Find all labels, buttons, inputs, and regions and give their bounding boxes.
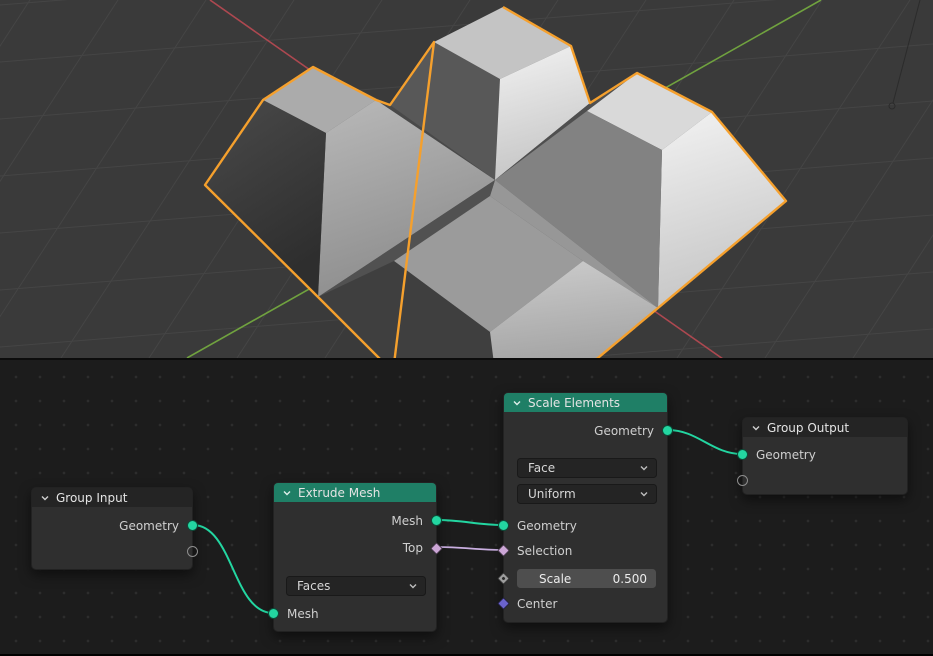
socket-label: Mesh: [391, 514, 423, 528]
mesh-output-socket[interactable]: [431, 515, 442, 526]
extrude-mode-dropdown[interactable]: Faces: [286, 576, 426, 596]
mesh-input-socket[interactable]: [268, 608, 279, 619]
socket-row-input: Geometry: [504, 516, 667, 536]
socket-label: Selection: [517, 544, 572, 558]
node-title: Group Input: [56, 491, 127, 505]
socket-row-output: Geometry: [504, 421, 667, 441]
scale-input-socket[interactable]: [497, 572, 510, 585]
node-header[interactable]: Scale Elements: [504, 393, 667, 412]
socket-row-input: Selection: [504, 541, 667, 561]
collapse-chevron-icon[interactable]: [282, 488, 292, 498]
geometry-output-socket[interactable]: [187, 520, 198, 531]
socket-label: Geometry: [119, 519, 179, 533]
node-title: Group Output: [767, 421, 849, 435]
geometry-output-socket[interactable]: [662, 425, 673, 436]
collapse-chevron-icon[interactable]: [751, 423, 761, 433]
collapse-chevron-icon[interactable]: [512, 398, 522, 408]
dropdown-value: Face: [528, 461, 555, 475]
mesh-face: [205, 100, 326, 297]
light-object-line: [889, 0, 920, 109]
geometry-input-socket[interactable]: [737, 449, 748, 460]
dropdown-chevron-icon: [639, 489, 649, 499]
mesh-object[interactable]: [205, 7, 786, 358]
link-extrude-scale-mesh: [437, 520, 503, 525]
socket-label: Center: [517, 597, 557, 611]
socket-label: Geometry: [594, 424, 654, 438]
geometry-nodes-editor[interactable]: Group Input Geometry Extrude Mesh Mesh T…: [0, 358, 933, 654]
3d-viewport[interactable]: [0, 0, 933, 358]
slider-label: Scale: [539, 572, 571, 586]
socket-label: Geometry: [756, 448, 816, 462]
socket-row-output: Top: [274, 538, 436, 558]
link-extrude-scale-top: [438, 547, 503, 550]
dropdown-value: Faces: [297, 579, 330, 593]
node-header[interactable]: Extrude Mesh: [274, 483, 436, 502]
socket-row-output: Mesh: [274, 511, 436, 531]
scale-mode-dropdown[interactable]: Uniform: [517, 484, 657, 504]
socket-row-input: Mesh: [274, 604, 436, 624]
node-extrude-mesh[interactable]: Extrude Mesh Mesh Top Faces Mesh: [273, 482, 437, 632]
scale-value-slider[interactable]: Scale 0.500: [517, 569, 656, 588]
node-scale-elements[interactable]: Scale Elements Geometry Face Uniform Geo…: [503, 392, 668, 623]
dropdown-chevron-icon: [639, 463, 649, 473]
node-group-input[interactable]: Group Input Geometry: [31, 487, 193, 570]
viewport-canvas: [0, 0, 933, 358]
node-group-output[interactable]: Group Output Geometry: [742, 417, 908, 495]
dropdown-value: Uniform: [528, 487, 576, 501]
node-title: Scale Elements: [528, 396, 620, 410]
socket-row-input: Geometry: [743, 445, 907, 465]
socket-label: Top: [403, 541, 423, 555]
collapse-chevron-icon[interactable]: [40, 493, 50, 503]
node-title: Extrude Mesh: [298, 486, 380, 500]
socket-label: Mesh: [287, 607, 319, 621]
domain-dropdown[interactable]: Face: [517, 458, 657, 478]
virtual-output-socket[interactable]: [187, 546, 198, 557]
node-header[interactable]: Group Output: [743, 418, 907, 437]
geometry-input-socket[interactable]: [498, 520, 509, 531]
mesh-face: [658, 112, 786, 308]
socket-row-input: Center: [504, 594, 667, 614]
dropdown-chevron-icon: [408, 581, 418, 591]
socket-row-output: Geometry: [32, 516, 192, 536]
link-groupinput-extrude: [193, 525, 273, 613]
socket-dot: [501, 576, 505, 580]
virtual-input-socket[interactable]: [737, 475, 748, 486]
slider-value: 0.500: [613, 572, 647, 586]
link-scale-groupoutput: [668, 430, 742, 454]
socket-label: Geometry: [517, 519, 577, 533]
node-header[interactable]: Group Input: [32, 488, 192, 507]
